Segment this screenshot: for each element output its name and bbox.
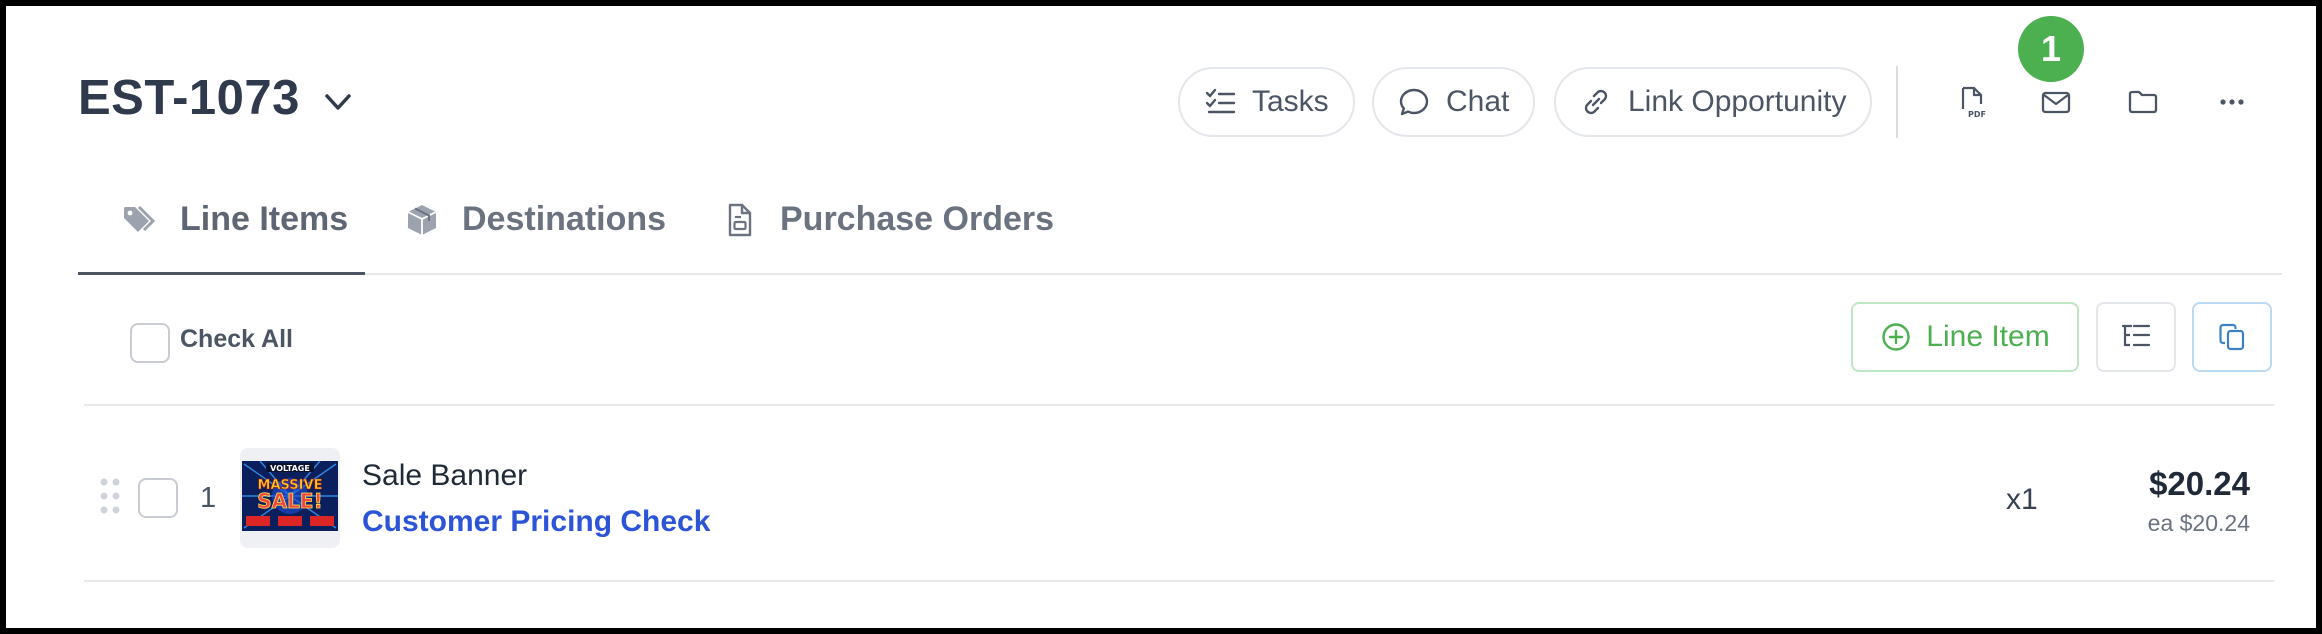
tabs-divider bbox=[78, 273, 2282, 275]
line-item-index: 1 bbox=[200, 482, 217, 514]
chat-label: Chat bbox=[1446, 85, 1510, 118]
copy-icon bbox=[2219, 323, 2245, 351]
chat-bubble-icon bbox=[1399, 88, 1429, 116]
package-icon bbox=[407, 204, 437, 235]
folder-button[interactable] bbox=[2115, 74, 2171, 130]
tasks-label: Tasks bbox=[1252, 85, 1329, 118]
drag-handle-icon[interactable] bbox=[98, 476, 122, 516]
add-line-item-button[interactable]: Line Item bbox=[1851, 302, 2079, 372]
tab-line-items[interactable]: Line Items bbox=[122, 200, 348, 239]
line-item-quantity: x1 bbox=[2006, 483, 2038, 516]
svg-text:VOLTAGE: VOLTAGE bbox=[270, 464, 310, 473]
estimate-title: EST-1073 bbox=[78, 71, 300, 125]
active-tab-indicator bbox=[78, 272, 365, 275]
plus-circle-icon bbox=[1882, 323, 1910, 351]
link-opportunity-button[interactable]: Link Opportunity bbox=[1554, 67, 1873, 137]
link-icon bbox=[1584, 89, 1608, 115]
notification-badge: 1 bbox=[2018, 16, 2084, 82]
sale-banner-image: VOLTAGE MASSIVE SALE! bbox=[242, 460, 338, 531]
tab-label: Line Items bbox=[180, 200, 349, 238]
more-horizontal-icon bbox=[2220, 99, 2244, 105]
outline-view-button[interactable] bbox=[2096, 302, 2176, 372]
tab-purchase-orders[interactable]: Purchase Orders bbox=[722, 200, 1054, 239]
row-divider bbox=[84, 580, 2274, 582]
line-item-total: $20.24 bbox=[2149, 465, 2250, 502]
line-item-checkbox[interactable] bbox=[138, 478, 178, 518]
svg-text:SALE!: SALE! bbox=[257, 489, 322, 513]
tab-label: Purchase Orders bbox=[780, 200, 1055, 238]
svg-text:PDF: PDF bbox=[1968, 110, 1986, 119]
pdf-button[interactable]: PDF bbox=[1945, 74, 2001, 130]
link-opportunity-label: Link Opportunity bbox=[1628, 85, 1847, 118]
toolbar-divider bbox=[1896, 66, 1898, 138]
folder-icon bbox=[2128, 90, 2158, 114]
tab-label: Destinations bbox=[462, 200, 667, 238]
chat-button[interactable]: Chat bbox=[1372, 67, 1536, 137]
line-item-thumbnail[interactable]: VOLTAGE MASSIVE SALE! bbox=[240, 448, 340, 548]
check-all-label: Check All bbox=[180, 325, 294, 353]
check-all-checkbox[interactable] bbox=[130, 323, 170, 363]
line-item-unit-price: ea $20.24 bbox=[2147, 510, 2250, 536]
tasks-button[interactable]: Tasks bbox=[1178, 67, 1355, 137]
copy-button[interactable] bbox=[2192, 302, 2272, 372]
document-icon bbox=[728, 203, 752, 236]
tag-icon bbox=[124, 205, 156, 232]
more-options-button[interactable] bbox=[2204, 74, 2260, 130]
pdf-file-icon: PDF bbox=[1961, 86, 1986, 119]
checklist-icon bbox=[1205, 88, 1236, 114]
line-item-name: Sale Banner bbox=[362, 459, 528, 492]
email-button[interactable] bbox=[2028, 74, 2084, 130]
customer-pricing-check-link[interactable]: Customer Pricing Check bbox=[362, 505, 710, 539]
tab-destinations[interactable]: Destinations bbox=[404, 200, 666, 239]
list-header-divider bbox=[84, 404, 2274, 406]
chevron-down-icon[interactable] bbox=[322, 88, 354, 116]
tree-list-icon bbox=[2121, 324, 2151, 347]
add-line-item-label: Line Item bbox=[1926, 320, 2050, 353]
envelope-icon bbox=[2041, 91, 2071, 114]
